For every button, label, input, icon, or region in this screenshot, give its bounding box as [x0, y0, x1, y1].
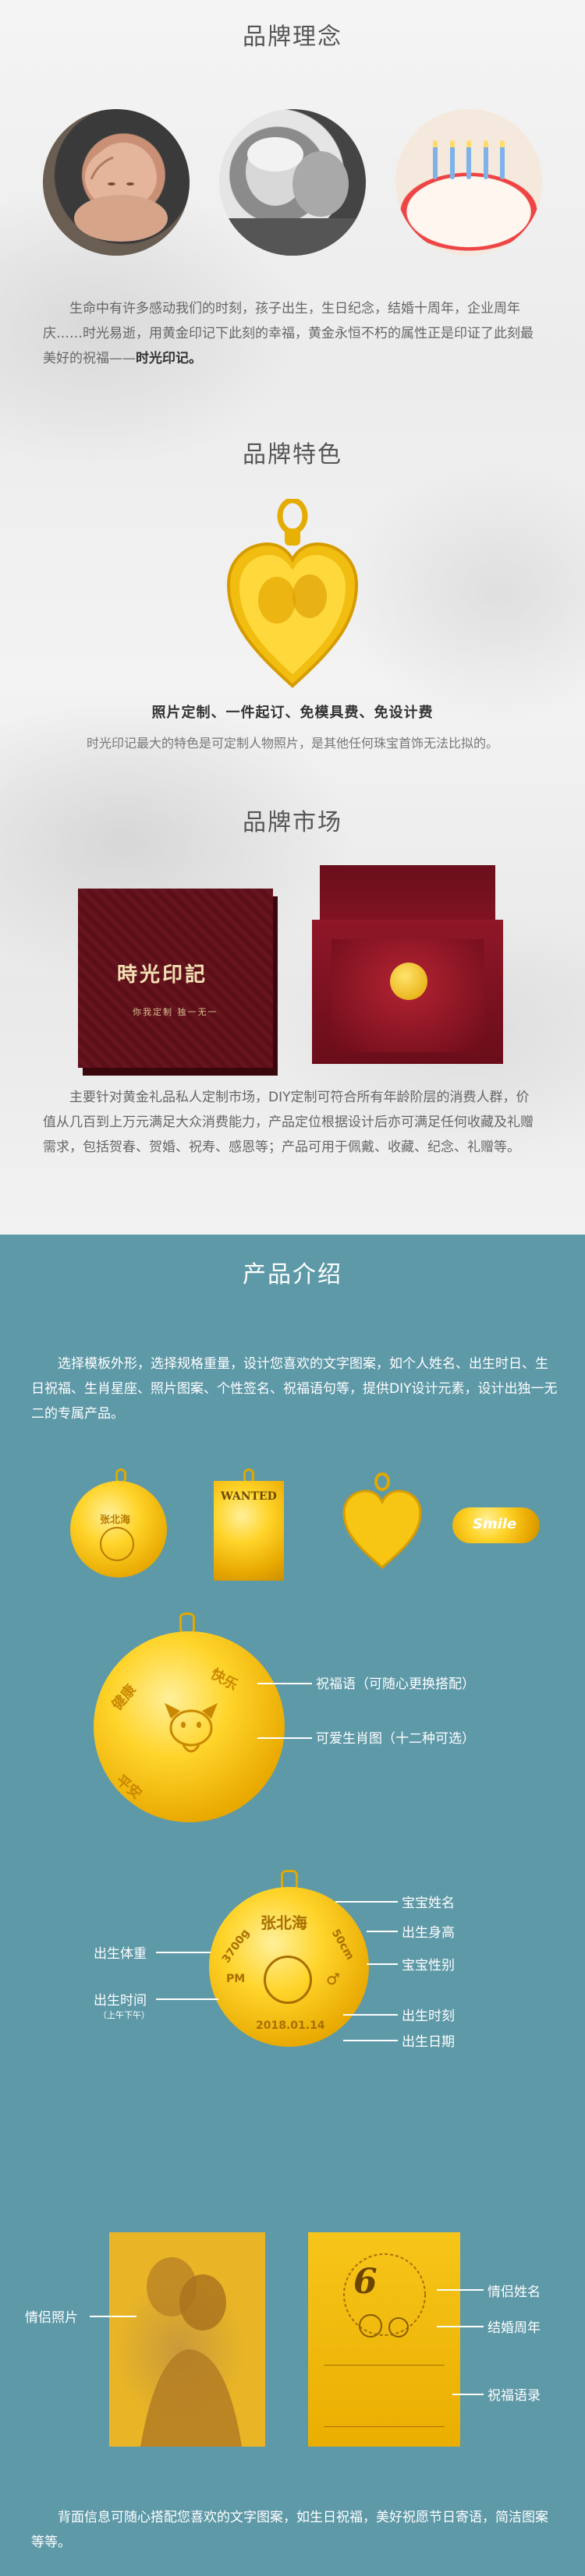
clock-icon — [264, 1956, 312, 2004]
label-baby-gender: 宝宝性别 — [402, 1958, 455, 1974]
zodiac-coin: 健康 快乐 平安 — [94, 1613, 289, 1823]
sample-oval-text: Smile — [473, 1516, 517, 1532]
couple-photo — [109, 2232, 265, 2447]
brand-market-paragraph: 主要针对黄金礼品私人定制市场，DIY定制可符合所有年龄阶层的消费人群，价值从几百… — [43, 1090, 534, 1155]
box-logo-text: 時光印記 — [117, 963, 208, 987]
product-intro-title: 产品介绍 — [243, 1261, 342, 1288]
label-couple-photo: 情侣照片 — [25, 2310, 78, 2326]
label-couple-blessing: 祝福语录 — [488, 2388, 541, 2404]
heart-pendant-image — [222, 497, 363, 694]
photo-birthday-cake — [395, 109, 542, 256]
baby-illustration — [74, 147, 168, 242]
photo-baby — [43, 109, 190, 256]
brand-section: 品牌理念 生命中有许多感动我们的时刻，孩子出生，生日纪念，结婚十周年，企业周年庆… — [0, 0, 585, 1235]
brand-market-title: 品牌市场 — [243, 809, 342, 836]
photo-elderly-couple — [219, 109, 366, 256]
box-sub-text: 你我定制 独一无一 — [133, 1007, 218, 1017]
baby-coin: 张北海 3700g 50cm PM ♂ 2018.01.14 — [209, 1870, 373, 2047]
label-birth-date: 出生日期 — [402, 2034, 455, 2050]
candles-icon — [433, 140, 505, 187]
coin-pendant-icon — [390, 963, 427, 1000]
label-birth-weight: 出生体重 — [94, 1946, 147, 1962]
label-baby-name: 宝宝姓名 — [402, 1896, 455, 1911]
gender-male-icon: ♂ — [326, 1970, 340, 1988]
brand-concept-title: 品牌理念 — [243, 23, 342, 51]
features-line: 照片定制、一件起订、免模具费、免设计费 — [151, 705, 434, 721]
sample-heart-pendant — [339, 1472, 425, 1574]
couple-plate: 6 — [308, 2232, 460, 2447]
label-zodiac: 可爱生肖图（十二种可选） — [316, 1731, 475, 1747]
sample-oval-pendant: Smile — [452, 1507, 540, 1543]
product-samples: 张北海 WANTED Smile — [47, 1468, 546, 1581]
coin-baby-name: 张北海 — [261, 1913, 307, 1932]
brand-concept-paragraph: 生命中有许多感动我们的时刻，孩子出生，生日纪念，结婚十周年，企业周年庆……时光易… — [43, 301, 534, 366]
sample-rect-pendant: WANTED — [214, 1468, 284, 1585]
product-section: 产品介绍 选择模板外形，选择规格重量，设计您喜欢的文字图案，如个人姓名、出生时日… — [0, 1235, 585, 2576]
clock-icon — [100, 1527, 134, 1561]
sample-rect-text: WANTED — [221, 1490, 277, 1503]
couple-silhouette — [140, 2257, 242, 2447]
label-ampm: （上午下午） — [98, 2010, 150, 2020]
coin-baby-date: 2018.01.14 — [256, 2019, 325, 2032]
gift-box-closed: 時光印記 你我定制 独一无一 — [78, 889, 273, 1068]
gift-box-open — [312, 865, 503, 1064]
label-couple-names: 情侣姓名 — [488, 2284, 541, 2300]
footer-paragraph: 背面信息可随心搭配您喜欢的文字图案，如生日祝福，美好祝愿节日寄语，简洁图案等等。 — [31, 2510, 548, 2550]
product-intro-paragraph: 选择模板外形，选择规格重量，设计您喜欢的文字图案，如个人姓名、出生时日、生日祝福… — [31, 1356, 558, 1422]
label-birth-time: 出生时间 — [94, 1993, 147, 2009]
label-birth-moment: 出生时刻 — [402, 2009, 455, 2024]
coin-baby-pm: PM — [226, 1973, 246, 1985]
zodiac-dog-icon — [165, 1703, 218, 1753]
sample-round-name: 张北海 — [100, 1514, 131, 1526]
brand-photos — [43, 109, 542, 256]
label-baby-height: 出生身高 — [402, 1925, 455, 1941]
features-description: 时光印记最大的特色是可定制人物照片，是其他任何珠宝首饰无法比拟的。 — [86, 736, 498, 751]
brand-features-title: 品牌特色 — [243, 441, 342, 468]
label-anniversary: 结婚周年 — [488, 2320, 541, 2336]
rose-ornament-icon — [343, 2253, 426, 2337]
label-blessing: 祝福语（可随心更换搭配） — [316, 1677, 475, 1692]
elderly-couple-illustration — [219, 137, 366, 256]
sample-round-coin: 张北海 — [70, 1468, 172, 1578]
